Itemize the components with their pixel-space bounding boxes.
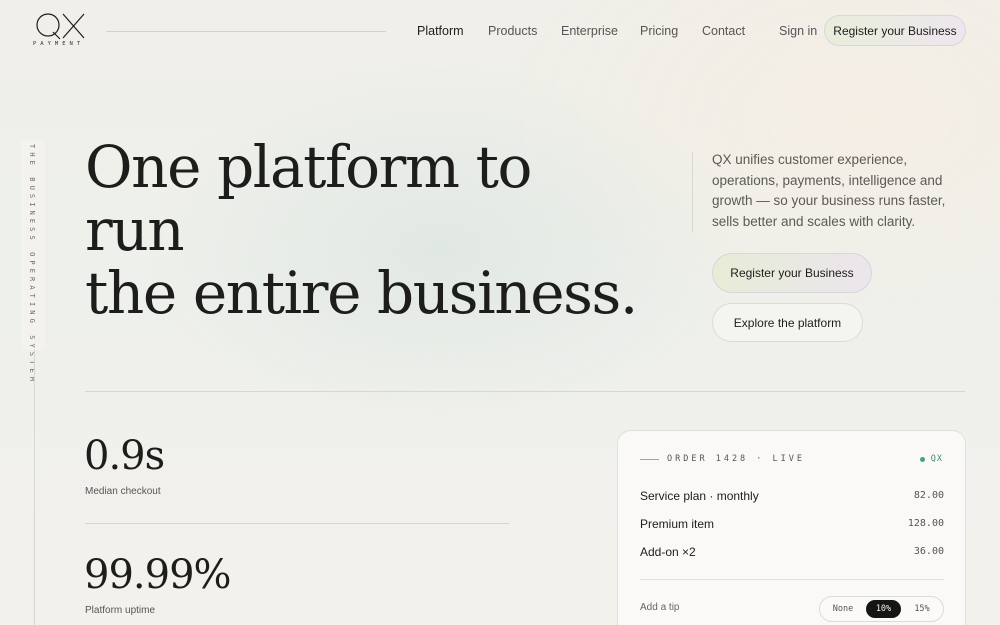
section-divider bbox=[85, 391, 965, 392]
stat-divider bbox=[85, 523, 509, 524]
hero-title: One platform to run the entire business. bbox=[85, 136, 645, 325]
card-divider bbox=[640, 579, 944, 580]
line-item-name: Service plan · monthly bbox=[640, 489, 759, 503]
line-item-amount: 128.00 bbox=[907, 518, 944, 529]
hero-divider bbox=[692, 152, 693, 232]
nav-contact[interactable]: Contact bbox=[702, 24, 745, 38]
sign-in-link[interactable]: Sign in bbox=[779, 24, 817, 38]
stat-value-checkout: 0.9s bbox=[84, 433, 165, 479]
qx-logo-mark-icon bbox=[36, 13, 85, 40]
stat-label-checkout: Median checkout bbox=[85, 486, 161, 497]
side-rule bbox=[34, 350, 35, 625]
hero-description: QX unifies customer experience, operatio… bbox=[712, 152, 946, 229]
line-item: Premium item 128.00 bbox=[640, 517, 944, 533]
tip-option-none[interactable]: None bbox=[824, 600, 862, 618]
hero-title-line-1: One platform to run bbox=[85, 133, 532, 264]
nav-platform[interactable]: Platform bbox=[417, 24, 464, 38]
nav-pricing[interactable]: Pricing bbox=[640, 24, 678, 38]
side-vertical-label: THE BUSINESS OPERATING SYSTEM bbox=[28, 144, 36, 386]
register-business-button[interactable]: Register your Business bbox=[712, 253, 872, 293]
order-label: ORDER 1428 · LIVE bbox=[667, 454, 805, 464]
card-accent-line bbox=[640, 459, 659, 460]
tip-selector: None 10% 15% bbox=[819, 596, 944, 622]
qx-logo[interactable]: PAYMENT bbox=[33, 12, 89, 50]
register-business-button-header[interactable]: Register your Business bbox=[824, 15, 966, 46]
order-card: ORDER 1428 · LIVE QX Service plan · mont… bbox=[617, 430, 966, 625]
live-dot-icon bbox=[919, 456, 925, 462]
nav-enterprise[interactable]: Enterprise bbox=[561, 24, 618, 38]
stat-value-uptime: 99.99% bbox=[84, 552, 232, 598]
line-item-amount: 82.00 bbox=[913, 490, 944, 501]
explore-platform-button[interactable]: Explore the platform bbox=[712, 303, 863, 342]
line-item-name: Add-on ×2 bbox=[640, 545, 696, 559]
stat-label-uptime: Platform uptime bbox=[85, 605, 156, 616]
tip-option-15[interactable]: 15% bbox=[904, 600, 940, 618]
line-item: Add-on ×2 36.00 bbox=[640, 545, 944, 561]
line-item-name: Premium item bbox=[640, 517, 715, 531]
tip-label: Add a tip bbox=[640, 602, 680, 613]
header-divider bbox=[106, 31, 386, 32]
line-item-amount: 36.00 bbox=[913, 546, 944, 557]
card-brand: QX bbox=[919, 454, 943, 464]
line-item: Service plan · monthly 82.00 bbox=[640, 489, 944, 505]
hero-title-line-2: the entire business. bbox=[85, 259, 638, 327]
nav-products[interactable]: Products bbox=[488, 24, 537, 38]
card-brand-label: QX bbox=[930, 454, 943, 464]
tip-option-10[interactable]: 10% bbox=[866, 600, 901, 618]
logo-subtitle: PAYMENT bbox=[33, 41, 85, 47]
